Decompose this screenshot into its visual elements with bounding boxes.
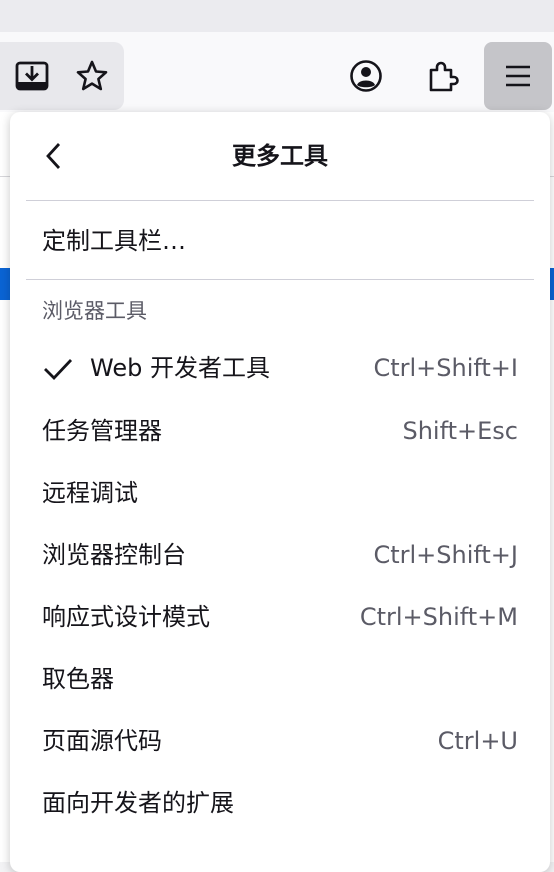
menu-item-label: 远程调试 bbox=[42, 479, 138, 507]
menu-item-responsive-design-mode[interactable]: 响应式设计模式 Ctrl+Shift+M bbox=[26, 589, 534, 645]
menu-item-remote-debugging[interactable]: 远程调试 bbox=[26, 465, 534, 521]
menu-item-shortcut: Ctrl+U bbox=[437, 727, 518, 755]
panel-title: 更多工具 bbox=[232, 142, 328, 170]
menu-item-eyedropper[interactable]: 取色器 bbox=[26, 651, 534, 707]
downloads-button[interactable] bbox=[0, 44, 64, 108]
menu-item-shortcut: Ctrl+Shift+J bbox=[373, 541, 518, 569]
downloads-icon bbox=[15, 61, 49, 91]
separator bbox=[26, 279, 534, 280]
hamburger-menu-icon bbox=[506, 65, 530, 87]
menu-item-shortcut: Shift+Esc bbox=[402, 417, 518, 445]
bookmark-button[interactable] bbox=[60, 44, 124, 108]
menu-item-label: 面向开发者的扩展 bbox=[42, 789, 234, 817]
menu-item-browser-console[interactable]: 浏览器控制台 Ctrl+Shift+J bbox=[26, 527, 534, 583]
customize-toolbar-label: 定制工具栏… bbox=[42, 227, 186, 255]
menu-item-developer-extensions[interactable]: 面向开发者的扩展 bbox=[26, 775, 534, 831]
more-tools-panel: 更多工具 定制工具栏… 浏览器工具 Web 开发者工具 Ctrl+Shift+I… bbox=[10, 112, 550, 872]
page-selection-highlight bbox=[0, 268, 10, 300]
menu-item-label: 取色器 bbox=[42, 665, 114, 693]
page-selection-highlight-right bbox=[550, 268, 554, 300]
extensions-button[interactable] bbox=[411, 44, 475, 108]
menu-item-label: 响应式设计模式 bbox=[42, 603, 210, 631]
menu-item-label: 浏览器控制台 bbox=[42, 541, 186, 569]
checkmark-icon bbox=[44, 359, 73, 381]
menu-item-shortcut: Ctrl+Shift+M bbox=[359, 603, 518, 631]
tab-strip bbox=[0, 0, 554, 32]
separator bbox=[26, 200, 534, 201]
panel-header: 更多工具 bbox=[10, 112, 550, 200]
menu-item-web-developer-tools[interactable]: Web 开发者工具 Ctrl+Shift+I bbox=[26, 340, 534, 396]
extensions-icon bbox=[429, 61, 459, 92]
account-button[interactable] bbox=[334, 44, 398, 108]
app-menu-button[interactable] bbox=[484, 42, 552, 110]
menu-item-label: 页面源代码 bbox=[42, 727, 162, 755]
menu-item-label: 任务管理器 bbox=[42, 417, 162, 445]
menu-item-page-source[interactable]: 页面源代码 Ctrl+U bbox=[26, 713, 534, 769]
account-icon bbox=[350, 60, 382, 92]
menu-item-label: Web 开发者工具 bbox=[90, 354, 270, 382]
menu-item-shortcut: Ctrl+Shift+I bbox=[373, 354, 518, 382]
customize-toolbar-item[interactable]: 定制工具栏… bbox=[26, 213, 534, 269]
section-heading-browser-tools: 浏览器工具 bbox=[42, 299, 147, 323]
navigation-toolbar bbox=[0, 32, 554, 112]
menu-item-task-manager[interactable]: 任务管理器 Shift+Esc bbox=[26, 403, 534, 459]
bookmark-star-icon bbox=[76, 60, 108, 91]
